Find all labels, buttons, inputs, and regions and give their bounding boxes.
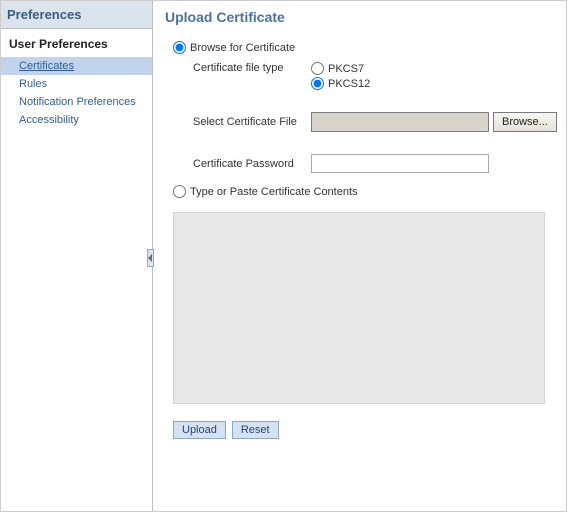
sidebar-item-label: Accessibility (19, 114, 79, 126)
sidebar-item-label: Notification Preferences (19, 96, 136, 108)
mode-paste-label: Type or Paste Certificate Contents (190, 186, 358, 198)
filetype-pkcs12-radio[interactable] (311, 77, 324, 90)
paste-textarea[interactable] (173, 212, 545, 404)
select-file-label: Select Certificate File (193, 116, 311, 128)
filetype-pkcs7-radio[interactable] (311, 62, 324, 75)
sidebar-item-label: Rules (19, 78, 47, 90)
sidebar: Preferences User Preferences Certificate… (1, 1, 153, 511)
filetype-pkcs12-label: PKCS12 (328, 78, 370, 90)
mode-paste-radio[interactable] (173, 185, 186, 198)
filetype-group: PKCS7 PKCS12 (311, 62, 370, 90)
app-container: Preferences User Preferences Certificate… (0, 0, 567, 512)
filetype-pkcs12-row[interactable]: PKCS12 (311, 77, 370, 90)
sidebar-item-notification-preferences[interactable]: Notification Preferences (1, 93, 152, 111)
sidebar-title: Preferences (1, 1, 152, 29)
chevron-left-icon (148, 254, 153, 262)
sidebar-item-certificates[interactable]: Certificates (1, 57, 152, 75)
mode-browse-radio[interactable] (173, 41, 186, 54)
action-row: Upload Reset (173, 421, 557, 439)
reset-button[interactable]: Reset (232, 421, 279, 439)
file-path-display (311, 112, 489, 132)
mode-paste-row[interactable]: Type or Paste Certificate Contents (173, 185, 557, 198)
filetype-pkcs7-label: PKCS7 (328, 63, 364, 75)
sidebar-section-heading: User Preferences (1, 29, 152, 57)
filetype-label: Certificate file type (193, 62, 311, 74)
mode-browse-row[interactable]: Browse for Certificate (173, 41, 557, 54)
password-label: Certificate Password (193, 158, 311, 170)
upload-button[interactable]: Upload (173, 421, 226, 439)
sidebar-items: Certificates Rules Notification Preferen… (1, 57, 152, 129)
filetype-pkcs7-row[interactable]: PKCS7 (311, 62, 370, 75)
main-panel: Upload Certificate Browse for Certificat… (153, 1, 567, 511)
browse-form: Certificate file type PKCS7 PKCS12 Selec… (193, 62, 557, 173)
browse-button[interactable]: Browse... (493, 112, 557, 132)
sidebar-item-rules[interactable]: Rules (1, 75, 152, 93)
splitter-collapse-handle[interactable] (147, 249, 154, 267)
page-title: Upload Certificate (165, 9, 557, 25)
sidebar-item-accessibility[interactable]: Accessibility (1, 111, 152, 129)
password-input[interactable] (311, 154, 489, 173)
mode-browse-label: Browse for Certificate (190, 42, 295, 54)
sidebar-item-label: Certificates (19, 60, 74, 72)
